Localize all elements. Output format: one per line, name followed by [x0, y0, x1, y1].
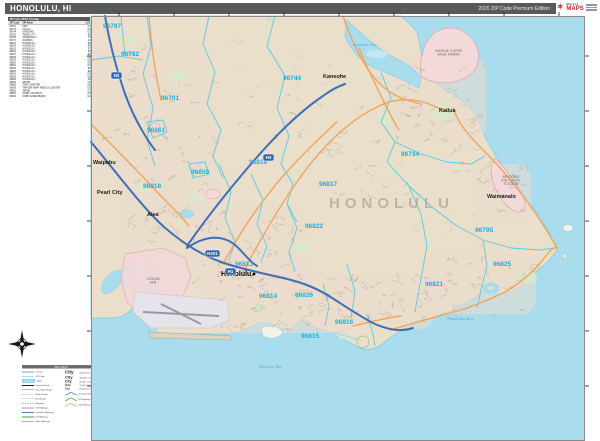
zip-label: 96795 [475, 227, 493, 234]
highway-curve-icon [65, 391, 77, 396]
ramp-swatch-icon [22, 397, 34, 400]
poi-label: BELLOWS AIR FORCE STATION [501, 175, 520, 186]
publisher-logo: ✶ Market MAPS [556, 0, 598, 15]
compass-rose [8, 330, 36, 358]
zip-label: 96813 [235, 261, 253, 268]
toll-swatch-icon [22, 406, 34, 409]
compass-logo-icon: ✶ [556, 1, 565, 13]
zip-label: 96701 [161, 95, 179, 102]
zip-label: 96818 [143, 183, 161, 190]
map-legend: Map Legend County ZIP Code Water Primary Ro… [22, 365, 100, 441]
edition-label: 2026 ZIP Code Premium Edition [478, 5, 550, 12]
map-title: HONOLULU, HI [10, 4, 72, 13]
city-label: Waipahu [93, 160, 116, 166]
zip-label: 96814 [259, 293, 277, 300]
svg-text:H1: H1 [228, 269, 234, 274]
map-graphic: HONOLULU96797967829670196744968619681996… [87, 12, 589, 441]
zip-label: 96744 [283, 75, 301, 82]
svg-text:H3: H3 [266, 155, 272, 160]
st-swatch-icon [22, 420, 34, 423]
title-bar: HONOLULU, HI 2026 ZIP Code Premium Editi… [5, 3, 556, 14]
zip-label: 96782 [121, 51, 139, 58]
zip-label: 96815 [301, 333, 319, 340]
zip-label: 96817 [319, 181, 337, 188]
sec-swatch-icon [22, 388, 34, 391]
min-swatch-icon [22, 393, 34, 396]
zip-label: 96825 [493, 261, 511, 268]
svg-text:H2: H2 [114, 73, 120, 78]
zip-label: 96734 [401, 151, 419, 158]
legend-item: State Highways [22, 419, 62, 424]
poi-label: MARINE CORPS BASE HAWAII [435, 49, 462, 57]
svg-text:H201: H201 [207, 251, 218, 256]
highway-curve-icon [65, 397, 77, 401]
int-swatch-icon [22, 411, 34, 414]
city-label: Kailua [439, 108, 456, 114]
zip-label: 96821 [425, 281, 443, 288]
water-swatch-icon [22, 378, 35, 383]
county-label: HONOLULU [329, 195, 454, 212]
city-label: Kaneohe [323, 74, 346, 80]
city-label: Pearl City [97, 190, 123, 196]
bay-label: Maunalua Bay [446, 316, 474, 321]
zip-code-table: ZIP Codes Within This Map ZIP Code ZIP Na… [8, 17, 91, 107]
bay-label: Kaneohe Bay [352, 42, 377, 47]
zip-label: 96816 [335, 319, 353, 326]
logo-brand: MAPS [566, 6, 584, 12]
city-label: Aiea [147, 212, 160, 218]
highway-curve-icon [65, 402, 77, 407]
zip-label: 96861 [147, 127, 165, 134]
wall-map-page: HONOLULU, HI 2026 ZIP Code Premium Editi… [0, 0, 600, 441]
county-swatch-icon [22, 370, 34, 373]
map-canvas: HONOLULU 96797 96782 96701 96744 96861 96819 96… [87, 12, 589, 441]
city-label: Waimanalo [487, 194, 516, 200]
prim-swatch-icon [22, 384, 34, 387]
us-swatch-icon [22, 415, 34, 418]
bay-label: Mamala Bay [258, 364, 282, 369]
zip-label: 96797 [103, 23, 121, 30]
north-star-icon [8, 330, 36, 358]
zip-label: 96826 [295, 292, 313, 299]
city-dot [252, 272, 256, 276]
rail-swatch-icon [22, 402, 34, 405]
zip-label: 96822 [305, 223, 323, 230]
legend-title: Map Legend [22, 365, 100, 369]
logo-fineprint [585, 4, 597, 11]
zip-label: 96859 [191, 169, 209, 176]
zip-swatch-icon [22, 375, 34, 378]
zip-table-row: 96863 MCBH KANEOHE BAY G3 [9, 94, 91, 98]
